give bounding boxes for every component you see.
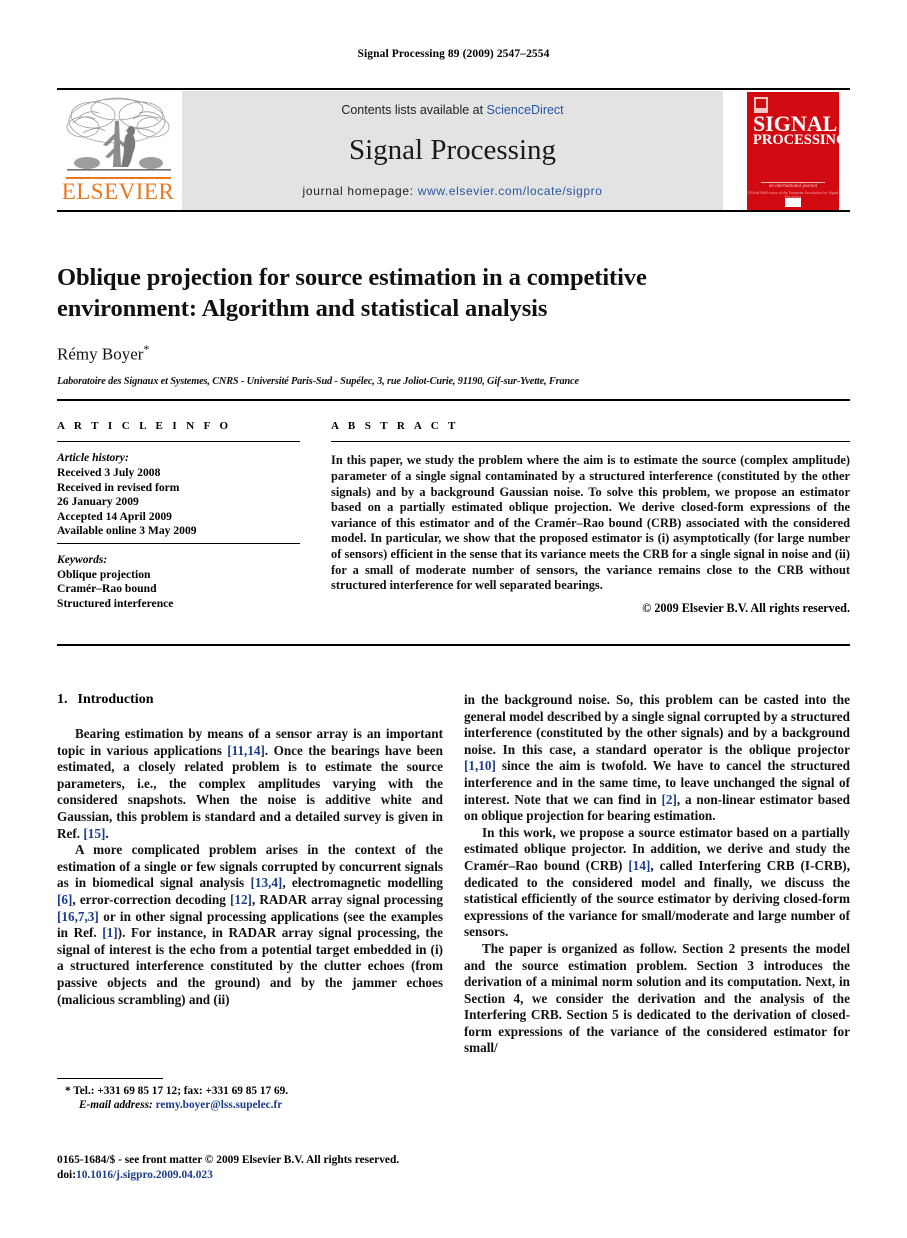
paragraph: A more complicated problem arises in the… <box>57 842 443 1008</box>
keyword-item: Structured interference <box>57 596 174 610</box>
citation-link[interactable]: [1,10] <box>464 758 496 773</box>
history-item: Accepted 14 April 2009 <box>57 509 172 523</box>
paragraph: In this work, we propose a source estima… <box>464 825 850 941</box>
text-run: . <box>105 825 109 841</box>
text-run: in the background noise. So, this proble… <box>464 692 850 757</box>
footnote-rule <box>57 1078 163 1080</box>
email-label: E-mail address: <box>79 1099 153 1112</box>
doi-label: doi: <box>57 1168 76 1181</box>
journal-banner-center: Contents lists available at ScienceDirec… <box>182 91 723 210</box>
page-title: Oblique projection for source estimation… <box>57 264 647 322</box>
history-item: 26 January 2009 <box>57 495 139 509</box>
paragraph: Bearing estimation by means of a sensor … <box>57 726 443 842</box>
cover-subtitle: an international journal <box>768 184 818 189</box>
footnote-tel: Tel.: +331 69 85 17 12; fax: +331 69 85 … <box>73 1085 289 1098</box>
cover-divider <box>761 182 825 183</box>
text-run: , electromagnetic modelling <box>282 875 444 891</box>
cover-title-line2: PROCESSING <box>753 132 839 148</box>
history-item: Available online 3 May 2009 <box>57 524 197 538</box>
citation-link[interactable]: [13,4] <box>250 875 282 890</box>
section-heading-introduction: 1. Introduction <box>57 692 443 708</box>
article-info-heading: A R T I C L E I N F O <box>57 420 232 432</box>
info-top-rule <box>57 399 850 401</box>
citation-link[interactable]: [11,14] <box>227 743 265 758</box>
author-footnote-marker: * <box>143 342 150 356</box>
keywords-block: Keywords: Oblique projection Cramér–Rao … <box>57 553 300 611</box>
history-item: Received in revised form <box>57 480 180 494</box>
issn-line: 0165-1684/$ - see front matter © 2009 El… <box>57 1154 400 1166</box>
article-history: Article history: Received 3 July 2008 Re… <box>57 451 300 539</box>
doi-link[interactable]: 10.1016/j.sigpro.2009.04.023 <box>76 1169 213 1181</box>
journal-cover-block: SIGNAL PROCESSING an international journ… <box>739 91 907 210</box>
author-line: Rémy Boyer* <box>57 342 850 365</box>
footnote-block: * Tel.: +331 69 85 17 12; fax: +331 69 8… <box>57 1078 443 1112</box>
citation-link[interactable]: [2] <box>661 792 676 807</box>
abstract-heading: A B S T R A C T <box>331 420 459 432</box>
elsevier-logo: ELSEVIER <box>57 91 179 210</box>
abstract-column: A B S T R A C T In this paper, we study … <box>331 420 850 616</box>
text-run: , error-correction decoding <box>72 891 230 907</box>
body-column-right: in the background noise. So, this proble… <box>464 692 850 1057</box>
footnote-marker: * <box>65 1085 71 1098</box>
cover-title-line1: SIGNAL <box>753 111 838 136</box>
body-column-left: 1. Introduction Bearing estimation by mea… <box>57 692 443 1008</box>
title-block: Oblique projection for source estimation… <box>57 262 850 387</box>
citation-link[interactable]: [15] <box>83 826 105 841</box>
homepage-prefix: journal homepage: <box>302 184 418 198</box>
article-info-heading-rule <box>57 441 300 443</box>
elsevier-tree-icon <box>66 97 171 171</box>
affiliation: Laboratoire des Signaux et Systemes, CNR… <box>57 375 579 387</box>
keyword-item: Cramér–Rao bound <box>57 582 157 596</box>
author-name: Rémy Boyer <box>57 344 144 364</box>
article-history-rule <box>57 542 300 545</box>
email-link[interactable]: remy.boyer@lss.supelec.fr <box>156 1099 283 1111</box>
banner-top-rule <box>57 88 850 90</box>
keywords-label: Keywords: <box>57 553 108 567</box>
article-history-label: Article history: <box>57 451 129 465</box>
section-number: 1. <box>57 692 68 707</box>
section-title: Introduction <box>77 692 154 707</box>
citation-link[interactable]: [1] <box>102 925 117 940</box>
abstract-heading-rule <box>331 441 850 443</box>
cover-society-logo-icon <box>785 198 801 207</box>
elsevier-wordmark: ELSEVIER <box>61 179 175 204</box>
article-info-column: A R T I C L E I N F O Article history: R… <box>57 420 300 612</box>
text-run: , RADAR array signal processing <box>251 891 443 907</box>
journal-cover-thumbnail: SIGNAL PROCESSING an international journ… <box>747 92 839 210</box>
footnote-contact: * Tel.: +331 69 85 17 12; fax: +331 69 8… <box>57 1084 443 1098</box>
citation-link[interactable]: [6] <box>57 892 72 907</box>
banner-bottom-rule <box>57 210 850 212</box>
journal-title: Signal Processing <box>348 134 557 166</box>
keyword-item: Oblique projection <box>57 567 151 581</box>
paragraph: The paper is organized as follow. Sectio… <box>464 941 850 1057</box>
citation-link[interactable]: [16,7,3] <box>57 909 99 924</box>
journal-banner: ELSEVIER Contents lists available at Sci… <box>57 88 907 212</box>
history-item: Received 3 July 2008 <box>57 465 161 479</box>
citation-link[interactable]: [12] <box>230 892 252 907</box>
abstract-bottom-rule <box>57 644 850 646</box>
copyright-line: © 2009 Elsevier B.V. All rights reserved… <box>642 600 850 615</box>
text-run: The paper is organized as follow. Sectio… <box>464 940 850 1056</box>
running-head: Signal Processing 89 (2009) 2547–2554 <box>357 48 550 60</box>
issn-doi-block: 0165-1684/$ - see front matter © 2009 El… <box>57 1153 457 1182</box>
paragraph: in the background noise. So, this proble… <box>464 692 850 825</box>
footnote-email-line: E-mail address: remy.boyer@lss.supelec.f… <box>57 1098 443 1112</box>
journal-homepage-line: journal homepage: www.elsevier.com/locat… <box>182 184 723 198</box>
paper-page: Signal Processing 89 (2009) 2547–2554 EL… <box>0 0 907 1238</box>
contents-available-line: Contents lists available at ScienceDirec… <box>182 103 723 117</box>
contents-prefix: Contents lists available at <box>341 103 487 117</box>
citation-link[interactable]: [14] <box>628 858 650 873</box>
sciencedirect-link[interactable]: ScienceDirect <box>487 103 564 117</box>
abstract-text: In this paper, we study the problem wher… <box>331 453 850 593</box>
journal-homepage-link[interactable]: www.elsevier.com/locate/sigpro <box>418 184 603 198</box>
